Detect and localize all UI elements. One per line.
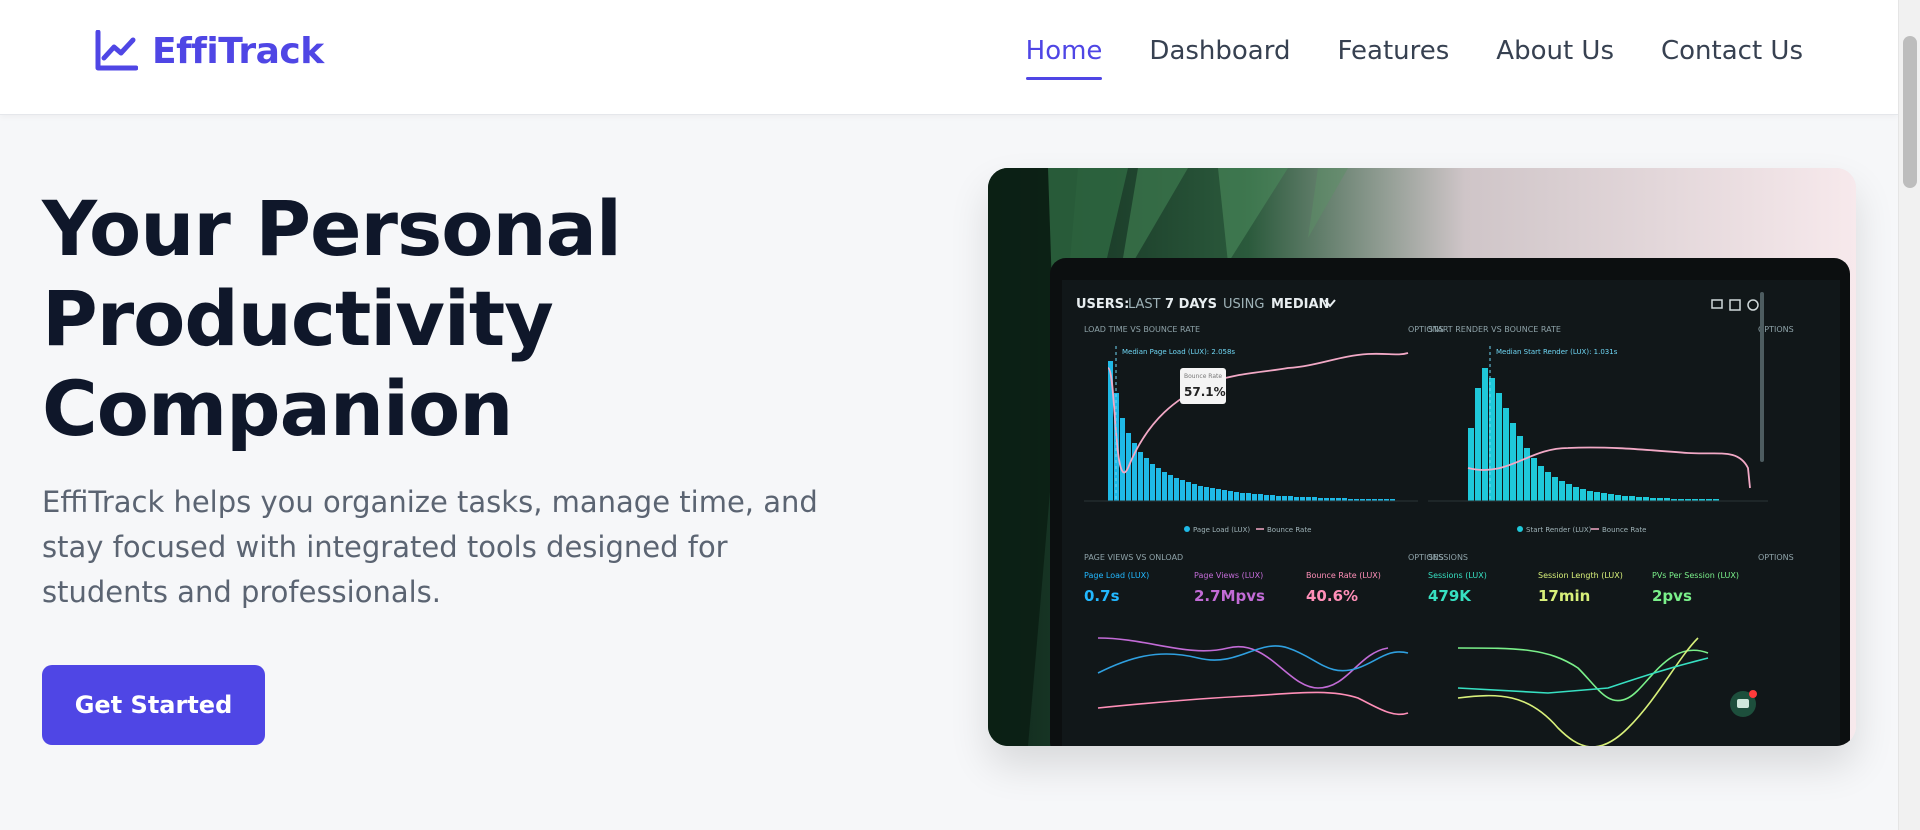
metric-value: 2pvs: [1652, 587, 1692, 605]
scrollbar-thumb[interactable]: [1903, 36, 1917, 188]
panel-1-title: LOAD TIME VS BOUNCE RATE: [1084, 325, 1200, 334]
nav-about-us[interactable]: About Us: [1496, 36, 1614, 80]
metric-value: 479K: [1428, 587, 1472, 605]
panel-2-median-label: Median Start Render (LUX): 1.031s: [1496, 348, 1618, 356]
chart-line-icon: [94, 30, 138, 72]
screen-scrollbar: [1760, 292, 1764, 462]
panel-1-legend-a: Page Load (LUX): [1193, 526, 1250, 534]
panel-4-title: SESSIONS: [1428, 553, 1468, 562]
metric-label: Sessions (LUX): [1428, 571, 1487, 580]
metric-label: Page Load (LUX): [1084, 571, 1149, 580]
hero-image: USERS: LAST 7 DAYS USING MEDIAN LOAD TIM…: [988, 168, 1856, 746]
brand-logo[interactable]: EffiTrack: [94, 30, 324, 72]
legend-dot: [1184, 526, 1190, 532]
hero-title-line-2: Productivity: [42, 274, 554, 363]
brand-name: EffiTrack: [152, 30, 324, 72]
screen-header-days: 7 DAYS: [1165, 297, 1217, 312]
hero-description: EffiTrack helps you organize tasks, mana…: [42, 485, 818, 609]
nav-home[interactable]: Home: [1025, 36, 1102, 80]
nav-dashboard[interactable]: Dashboard: [1149, 36, 1290, 80]
metric-label: PVs Per Session (LUX): [1652, 571, 1739, 580]
panel-3-title: PAGE VIEWS VS ONLOAD: [1084, 553, 1183, 562]
hero-title: Your Personal Productivity Companion: [42, 184, 862, 454]
legend-dot: [1517, 526, 1523, 532]
panel-2-title: START RENDER VS BOUNCE RATE: [1428, 325, 1561, 334]
screen-header-prefix: USERS:: [1076, 297, 1129, 312]
tooltip-label: Bounce Rate: [1184, 373, 1222, 380]
screen-header-median: MEDIAN: [1271, 297, 1329, 312]
metric-page-views: Page Views (LUX) 2.7Mpvs: [1194, 571, 1265, 605]
metric-value: 17min: [1538, 587, 1590, 605]
hero-title-line-3: Companion: [42, 364, 513, 453]
screen-header-using: USING: [1223, 297, 1264, 312]
metric-label: Bounce Rate (LUX): [1306, 571, 1381, 580]
metric-label: Session Length (LUX): [1538, 571, 1623, 580]
nav-features[interactable]: Features: [1337, 36, 1449, 80]
nav-contact-us[interactable]: Contact Us: [1661, 36, 1803, 80]
main-nav: Home Dashboard Features About Us Contact…: [1025, 36, 1803, 80]
metric-label: Page Views (LUX): [1194, 571, 1263, 580]
hero-title-line-1: Your Personal: [42, 184, 622, 273]
panel-1-median-label: Median Page Load (LUX): 2.058s: [1122, 348, 1235, 356]
site-header: EffiTrack Home Dashboard Features About …: [0, 0, 1898, 115]
get-started-button[interactable]: Get Started: [42, 665, 265, 745]
screen-header-mid: LAST: [1128, 297, 1161, 312]
metric-value: 0.7s: [1084, 587, 1120, 605]
panel-2-legend-b: Bounce Rate: [1602, 526, 1646, 534]
panel-2-legend-a: Start Render (LUX): [1526, 526, 1592, 534]
metric-value: 2.7Mpvs: [1194, 587, 1265, 605]
page-scrollbar[interactable]: [1898, 0, 1920, 830]
panel-4-options: OPTIONS: [1758, 553, 1794, 562]
notification-badge: [1749, 690, 1757, 698]
metric-value: 40.6%: [1306, 587, 1358, 605]
tooltip-value: 57.1%: [1184, 385, 1226, 399]
chat-bubble-shape: [1737, 699, 1749, 708]
panel-1-legend-b: Bounce Rate: [1267, 526, 1311, 534]
